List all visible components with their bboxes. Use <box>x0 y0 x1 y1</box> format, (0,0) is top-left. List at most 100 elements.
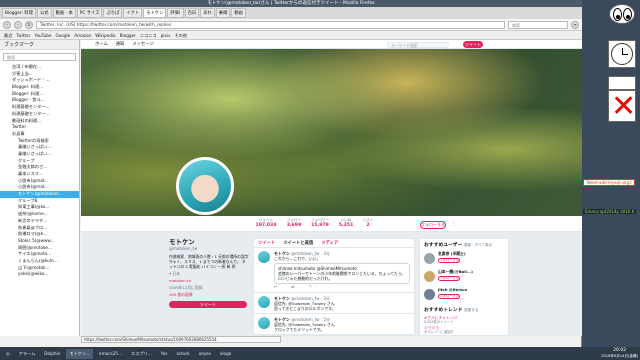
suggested-user[interactable]: Jitch @Jitchca フォローする <box>424 287 504 303</box>
bookmark-item[interactable]: 最近 <box>4 32 12 38</box>
bookmark-item[interactable]: Twitter <box>16 32 30 38</box>
follow-button[interactable]: フォローする <box>420 221 446 229</box>
tab-tweets-replies[interactable]: ツイートと返信 <box>283 239 313 247</box>
tweet[interactable]: モトケン @motoken_tw · 3分 これから…これで、いい。 shimo… <box>254 248 414 293</box>
stat-tweets[interactable]: ツイート 197,034 <box>252 218 280 229</box>
sidebar-bookmark-item[interactable]: 動画料の料理... <box>0 118 79 125</box>
suggested-follow-button[interactable]: フォローする <box>438 257 460 263</box>
bookmark-item[interactable]: Amazon <box>74 32 91 38</box>
nav-notifications[interactable]: 通知 <box>116 41 125 47</box>
bookmark-item[interactable]: Google <box>55 32 70 38</box>
sidebar-bookmark-item[interactable]: 台湾 / 布爾在... <box>0 64 79 71</box>
sidebar-bookmark-item[interactable]: Blogger: 料理... <box>0 91 79 98</box>
compose-tweet-button[interactable]: ツイート <box>463 41 483 48</box>
desktop-note[interactable]: Emacy-apt2014y 2016 K <box>583 209 637 214</box>
twitter-search-input[interactable]: キーワード検索 <box>387 41 449 48</box>
tweet[interactable]: モトケン @motoken_tw · 3分 返信先: @Suwende_Tzow… <box>254 293 414 314</box>
suggested-user-name[interactable]: Jitch @Jitchca <box>438 287 504 293</box>
sidebar-bookmark-item[interactable]: モトケン(@motoken... <box>0 191 79 198</box>
browser-tab[interactable]: Blogger: 料理 <box>2 8 36 18</box>
stat-lists[interactable]: リスト 2 <box>359 218 377 229</box>
bookmark-item[interactable]: YouTube <box>34 32 51 38</box>
sidebar-bookmark-item[interactable]: 災害上当... <box>0 71 79 78</box>
browser-tab[interactable]: 評価! <box>167 8 184 18</box>
sidebar-bookmark-item[interactable]: 乗継いさっぱい... <box>0 144 79 151</box>
bookmark-item[interactable]: Blogger <box>120 32 136 38</box>
sidebar-bookmark-item[interactable]: 吹奏楽@ブロ... <box>0 225 79 232</box>
quoted-tweet[interactable]: shimoe mitsumoto @ShimoeMitsumoto 会館のいーパ… <box>274 263 410 284</box>
suggested-follow-button[interactable]: フォローする <box>438 293 460 299</box>
search-input[interactable]: 検索 <box>508 20 568 29</box>
sidebar-bookmark-item[interactable]: 料理基礎センター... <box>0 111 79 118</box>
bookmark-item[interactable]: その他 <box>175 32 188 38</box>
browser-tab[interactable]: あれ <box>200 8 215 18</box>
taskbar-item[interactable]: Yes <box>158 349 171 359</box>
suggested-user-avatar[interactable] <box>424 253 435 264</box>
suggested-follow-button[interactable]: フォローする <box>438 275 460 281</box>
stat-followers[interactable]: フォロワー 15,979 <box>307 218 333 229</box>
suggested-user-avatar[interactable] <box>424 289 435 300</box>
browser-tab[interactable]: 公式 <box>36 8 52 18</box>
sidebar-bookmark-item[interactable]: 魚瀬ロマ(@k... <box>0 231 79 238</box>
suggested-user[interactable]: 山本一樹(@Boll...) フォローする <box>424 269 504 285</box>
more-options-icon[interactable]: ⋮ <box>451 222 457 228</box>
suggested-user-name[interactable]: 山本一樹(@Boll...) <box>438 269 504 275</box>
tweet-avatar[interactable] <box>258 317 270 329</box>
sidebar-bookmark-item[interactable]: ダッシュボード - ... <box>0 77 79 84</box>
sidebar-bookmark-item[interactable]: くまんらん(@kum... <box>0 258 79 265</box>
taskbar-item[interactable]: Dolphin <box>41 349 63 359</box>
sidebar-bookmark-item[interactable]: 新言のヤマチ... <box>0 218 79 225</box>
browser-tab-active[interactable]: モトケン <box>143 8 167 18</box>
taskbar-item[interactable]: emacs25... <box>96 349 125 359</box>
desktop-note[interactable]: Tweet-add-mysql-ung.t <box>583 179 635 186</box>
sidebar-bookmark-item[interactable]: 小説市(@mot... <box>0 184 79 191</box>
bookmark-item[interactable]: ニコニコ <box>140 32 157 38</box>
taskbar-item[interactable]: アラーム <box>16 349 39 359</box>
menu-icon[interactable]: ≡ <box>571 20 579 29</box>
suggestions-refresh[interactable]: 更新 · すべて表示 <box>464 243 492 247</box>
browser-tab[interactable]: 動画 - 本 <box>52 8 76 18</box>
sidebar-bookmark-item[interactable]: サイエ(@moto... <box>0 251 79 258</box>
taskbar-item[interactable]: xclock <box>174 349 193 359</box>
sidebar-bookmark-item[interactable]: Twitter <box>0 124 79 131</box>
tab-tweets[interactable]: ツイート <box>258 239 275 247</box>
tweet-avatar[interactable] <box>258 296 270 308</box>
forward-icon[interactable]: › <box>14 20 22 29</box>
sidebar-bookmark-item[interactable]: 周囲(@motoke... <box>0 245 79 252</box>
sidebar-bookmark-item[interactable]: Twitterの再検索 <box>0 138 79 145</box>
bookmark-item[interactable]: Wikipedia <box>95 32 115 38</box>
browser-tab[interactable]: イクト <box>123 8 143 18</box>
taskbar-item-active[interactable]: モトケン... <box>66 348 93 359</box>
trends-change[interactable]: 変更する <box>464 308 478 312</box>
sidebar-bookmark-item[interactable]: Blogger: 料理... <box>0 84 79 91</box>
sidebar-bookmark-item[interactable]: お返事 <box>0 131 79 138</box>
tweet-avatar[interactable] <box>258 251 270 263</box>
sidebar-bookmark-item[interactable]: yokki(@wiko... <box>0 271 79 278</box>
sidebar-bookmark-item[interactable]: 迷奈(@kome... <box>0 211 79 218</box>
tweet[interactable]: モトケン @motoken_tw · 5分 返信先: @Suwende_Tzow… <box>254 314 414 335</box>
browser-tab[interactable]: PC サイズ <box>76 8 103 18</box>
taskbar-item[interactable]: エスプリ... <box>128 349 155 359</box>
address-bar[interactable]: Twitter, Inc. (US) https://twitter.com/m… <box>36 20 505 29</box>
browser-tab[interactable]: ぷちぱ <box>103 8 123 18</box>
start-menu-icon[interactable]: ◎ <box>3 349 13 359</box>
suggested-user-avatar[interactable] <box>424 271 435 282</box>
profile-website[interactable]: motoken.cn <box>169 278 249 283</box>
sidebar-bookmark-item[interactable]: 乗本いスマ... <box>0 171 79 178</box>
retweet-icon[interactable]: ⇄ <box>291 284 294 290</box>
sidebar-bookmark-item[interactable]: 乗継いさっぱい... <box>0 151 79 158</box>
tab-media[interactable]: メディア <box>321 239 338 247</box>
sidebar-bookmark-item[interactable]: 料理基礎センター... <box>0 104 79 111</box>
tweet-to-button[interactable]: ツイート <box>169 301 247 308</box>
sidebar-bookmark-item[interactable]: 知東工事(@ko... <box>0 204 79 211</box>
sidebar-search-input[interactable]: 検索 <box>3 53 76 61</box>
sidebar-bookmark-item[interactable]: Blogger - 悠斗... <box>0 97 79 104</box>
reload-icon[interactable]: ↻ <box>25 20 33 29</box>
sidebar-bookmark-item[interactable]: 金融太郎のさ... <box>0 164 79 171</box>
browser-tab[interactable]: 動画 <box>231 8 246 18</box>
browser-tab[interactable]: 乗確 <box>215 8 231 18</box>
profile-media-link[interactable]: 165 枚の画像 <box>169 292 249 297</box>
sidebar-bookmark-item[interactable]: グループB <box>0 198 79 205</box>
suggested-user-name[interactable]: 名素奈 (半蔵士) <box>438 251 504 257</box>
sidebar-title[interactable]: ブックマーク <box>0 40 79 50</box>
